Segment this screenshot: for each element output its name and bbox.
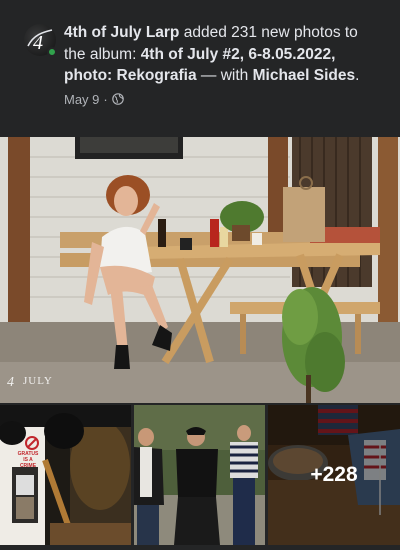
watermark-logo-icon: 4 xyxy=(7,375,14,389)
photo-thumbnails: GRATUS IS A CRIME +228 xyxy=(0,405,400,550)
post-meta: May 9 · xyxy=(64,92,374,107)
post-date[interactable]: May 9 xyxy=(64,92,99,107)
post-title: 4th of July Larp added 231 new photos to… xyxy=(64,22,374,87)
tagged-person-link[interactable]: Michael Sides xyxy=(253,67,356,84)
sign-line-3: CRIME xyxy=(19,463,37,469)
svg-text:4: 4 xyxy=(7,375,14,389)
with-text: — with xyxy=(196,67,253,84)
main-photo-image xyxy=(0,137,400,403)
sign-text: GRATUS IS A CRIME xyxy=(13,451,43,469)
page-name-link[interactable]: 4th of July Larp xyxy=(64,24,179,41)
thumbnail-2[interactable] xyxy=(134,405,265,545)
main-photo[interactable]: 4 JULY xyxy=(0,137,400,403)
post-header-text: 4th of July Larp added 231 new photos to… xyxy=(64,22,374,135)
meta-separator: · xyxy=(103,91,108,107)
photo-watermark: 4 JULY xyxy=(6,373,53,389)
period-text: . xyxy=(355,67,360,84)
more-photos-count: +228 xyxy=(310,463,358,486)
page-avatar[interactable]: 4 xyxy=(24,24,57,57)
online-status-dot xyxy=(47,47,57,57)
thumbnail-1-image xyxy=(0,405,131,545)
watermark-text: JULY xyxy=(23,375,53,387)
thumbnail-1[interactable]: GRATUS IS A CRIME xyxy=(0,405,131,545)
more-photos-overlay[interactable]: +228 xyxy=(268,405,400,545)
thumbnail-2-image xyxy=(134,405,265,545)
thumbnail-3[interactable]: +228 xyxy=(268,405,400,545)
post-header: 4 4th of July Larp added 231 new photos … xyxy=(0,0,400,135)
globe-icon[interactable] xyxy=(111,93,124,105)
svg-text:4: 4 xyxy=(33,32,43,54)
